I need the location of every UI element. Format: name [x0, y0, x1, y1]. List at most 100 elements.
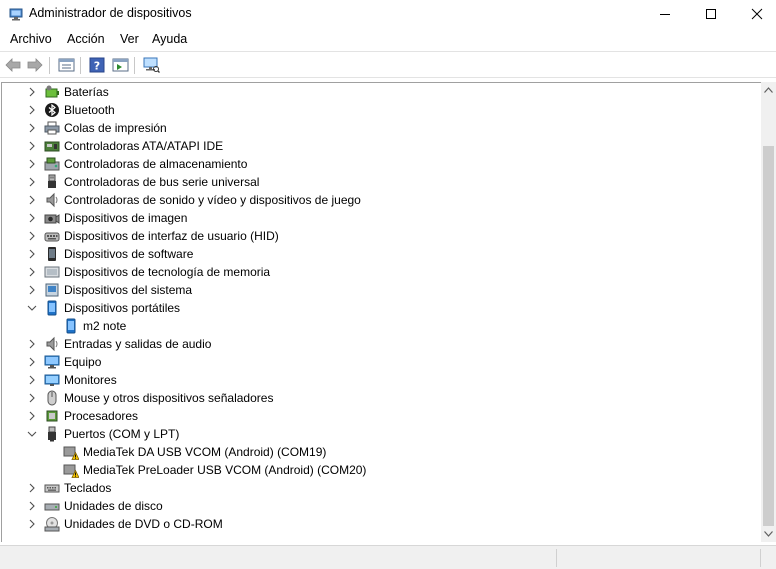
tree-category-row[interactable]: Puertos (COM y LPT) — [2, 425, 761, 443]
menu-ver[interactable]: Ver — [118, 32, 141, 46]
monitor-icon — [44, 374, 60, 386]
chevron-right-icon[interactable] — [26, 194, 38, 206]
usb-icon — [48, 174, 56, 188]
chevron-right-icon[interactable] — [26, 86, 38, 98]
menu-ayuda[interactable]: Ayuda — [150, 32, 189, 46]
tree-row-label: Unidades de DVD o CD-ROM — [64, 517, 223, 531]
properties-button[interactable] — [56, 55, 76, 75]
tree-row-label: Procesadores — [64, 409, 139, 423]
chevron-right-icon[interactable] — [26, 500, 38, 512]
chevron-right-icon[interactable] — [26, 410, 38, 422]
tree-row-label: MediaTek PreLoader USB VCOM (Android) (C… — [83, 463, 367, 477]
hid-icon — [44, 232, 60, 242]
back-button[interactable] — [3, 55, 23, 75]
show-hidden-button[interactable] — [110, 55, 130, 75]
tree-row-label: Puertos (COM y LPT) — [64, 427, 180, 441]
tree-row-label: Baterías — [64, 85, 109, 99]
tree-device-row[interactable]: MediaTek DA USB VCOM (Android) (COM19) — [2, 443, 761, 461]
memory-icon — [44, 266, 60, 278]
menu-accion[interactable]: Acción — [65, 32, 107, 46]
tree-device-row[interactable]: m2 note — [2, 317, 761, 335]
tree-category-row[interactable]: Dispositivos de software — [2, 245, 761, 263]
chevron-right-icon[interactable] — [26, 248, 38, 260]
window-title: Administrador de dispositivos — [29, 6, 192, 20]
chevron-right-icon[interactable] — [26, 284, 38, 296]
tree-category-row[interactable]: Dispositivos de tecnología de memoria — [2, 263, 761, 281]
tree-category-row[interactable]: Dispositivos de imagen — [2, 209, 761, 227]
tree-row-label: m2 note — [83, 319, 127, 333]
help-button[interactable]: ? — [87, 55, 107, 75]
dvd-drive-icon — [44, 517, 60, 532]
chevron-right-icon[interactable] — [26, 518, 38, 530]
device-manager-app-icon — [9, 8, 23, 21]
status-pane-grip — [760, 549, 776, 567]
tree-category-row[interactable]: Unidades de DVD o CD-ROM — [2, 515, 761, 533]
chevron-down-icon[interactable] — [26, 302, 38, 314]
tree-category-row[interactable]: Dispositivos de interfaz de usuario (HID… — [2, 227, 761, 245]
tree-category-row[interactable]: Procesadores — [2, 407, 761, 425]
menu-archivo[interactable]: Archivo — [8, 32, 54, 46]
tree-category-row[interactable]: Controladoras ATA/ATAPI IDE — [2, 137, 761, 155]
tree-category-row[interactable]: Mouse y otros dispositivos señaladores — [2, 389, 761, 407]
tree-category-row[interactable]: Dispositivos portátiles — [2, 299, 761, 317]
mouse-icon — [47, 390, 57, 406]
forward-icon — [27, 58, 43, 72]
close-button[interactable] — [734, 0, 776, 28]
tree-category-row[interactable]: Controladoras de bus serie universal — [2, 173, 761, 191]
software-device-icon — [48, 247, 56, 261]
toolbar-separator — [134, 57, 135, 74]
back-icon — [5, 58, 21, 72]
port-icon — [48, 426, 56, 442]
chevron-right-icon[interactable] — [26, 140, 38, 152]
scroll-up-button[interactable] — [761, 82, 776, 98]
tree-row-label: Bluetooth — [64, 103, 115, 117]
tree-category-row[interactable]: Bluetooth — [2, 101, 761, 119]
chevron-right-icon[interactable] — [26, 158, 38, 170]
vertical-scrollbar[interactable] — [761, 82, 776, 542]
chevron-right-icon[interactable] — [26, 266, 38, 278]
storage-controller-icon — [44, 157, 60, 171]
tree-category-row[interactable]: Monitores — [2, 371, 761, 389]
chevron-right-icon[interactable] — [26, 374, 38, 386]
close-icon — [751, 8, 763, 20]
chevron-right-icon[interactable] — [26, 392, 38, 404]
chevron-right-icon[interactable] — [26, 230, 38, 242]
chevron-right-icon[interactable] — [26, 212, 38, 224]
forward-button[interactable] — [25, 55, 45, 75]
scan-hardware-button[interactable] — [141, 55, 161, 75]
battery-icon — [45, 85, 59, 98]
tree-category-row[interactable]: Colas de impresión — [2, 119, 761, 137]
chevron-right-icon[interactable] — [26, 356, 38, 368]
tree-category-row[interactable]: Baterías — [2, 83, 761, 101]
show-hidden-icon — [112, 58, 128, 72]
chevron-down-icon[interactable] — [26, 428, 38, 440]
device-tree: Baterías Bluetooth Colas de impresión Contr… — [1, 82, 761, 542]
properties-icon — [58, 58, 74, 72]
scroll-down-button[interactable] — [761, 526, 776, 542]
tree-category-row[interactable]: Equipo — [2, 353, 761, 371]
tree-row-label: Controladoras ATA/ATAPI IDE — [64, 139, 224, 153]
chevron-right-icon[interactable] — [26, 104, 38, 116]
tree-category-row[interactable]: Controladoras de sonido y vídeo y dispos… — [2, 191, 761, 209]
tree-row-label: Controladoras de almacenamiento — [64, 157, 248, 171]
speaker-icon — [46, 192, 58, 208]
minimize-icon — [660, 14, 670, 15]
tree-row-label: MediaTek DA USB VCOM (Android) (COM19) — [83, 445, 327, 459]
tree-category-row[interactable]: Entradas y salidas de audio — [2, 335, 761, 353]
tree-category-row[interactable]: Teclados — [2, 479, 761, 497]
system-device-icon — [45, 283, 59, 297]
tree-category-row[interactable]: Controladoras de almacenamiento — [2, 155, 761, 173]
chevron-right-icon[interactable] — [26, 122, 38, 134]
chevron-right-icon[interactable] — [26, 338, 38, 350]
computer-icon — [44, 355, 60, 369]
tree-category-row[interactable]: Unidades de disco — [2, 497, 761, 515]
minimize-button[interactable] — [642, 0, 688, 28]
chevron-right-icon[interactable] — [26, 482, 38, 494]
tree-category-row[interactable]: Dispositivos del sistema — [2, 281, 761, 299]
maximize-button[interactable] — [688, 0, 734, 28]
tree-row-label: Dispositivos de interfaz de usuario (HID… — [64, 229, 279, 243]
scroll-thumb[interactable] — [763, 146, 774, 526]
tree-device-row[interactable]: MediaTek PreLoader USB VCOM (Android) (C… — [2, 461, 761, 479]
warning-icon — [63, 464, 79, 478]
chevron-right-icon[interactable] — [26, 176, 38, 188]
